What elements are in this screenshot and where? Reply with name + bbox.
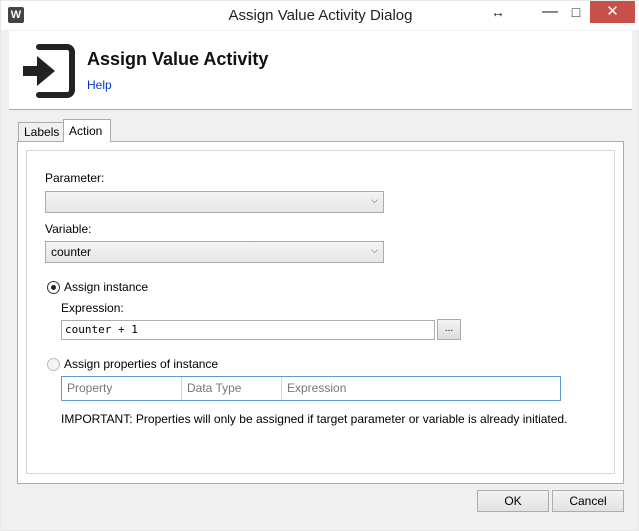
variable-dropdown[interactable]: counter ⌵ (45, 241, 384, 263)
dialog-header: Assign Value Activity Help (9, 31, 632, 110)
variable-label: Variable: (45, 222, 92, 236)
tab-action[interactable]: Action (63, 119, 111, 142)
cancel-button[interactable]: Cancel (552, 490, 624, 512)
minimize-button[interactable]: — (537, 1, 563, 23)
column-property[interactable]: Property (62, 377, 182, 400)
important-note: IMPORTANT: Properties will only be assig… (61, 412, 568, 426)
help-link[interactable]: Help (87, 78, 112, 92)
title-bar[interactable]: W Assign Value Activity Dialog ↔ — □ ✕ (1, 1, 639, 30)
assign-properties-label[interactable]: Assign properties of instance (64, 357, 218, 371)
chevron-down-icon: ⌵ (371, 245, 378, 255)
expression-input[interactable]: counter + 1 (61, 320, 435, 340)
expression-label: Expression: (61, 301, 124, 315)
assign-properties-radio[interactable] (47, 358, 60, 371)
tab-labels[interactable]: Labels (18, 122, 66, 142)
maximize-button[interactable]: □ (563, 1, 589, 23)
variable-value: counter (51, 245, 92, 259)
dialog-window: W Assign Value Activity Dialog ↔ — □ ✕ A… (0, 0, 639, 531)
assign-instance-radio[interactable] (47, 281, 60, 294)
enter-arrow-icon (17, 41, 77, 101)
page-title: Assign Value Activity (87, 49, 269, 69)
close-button[interactable]: ✕ (590, 1, 635, 23)
action-group: Parameter: ⌵ Variable: counter ⌵ Assign … (26, 150, 615, 474)
resize-icon[interactable]: ↔ (485, 1, 511, 23)
column-data-type[interactable]: Data Type (182, 377, 282, 400)
chevron-down-icon: ⌵ (371, 195, 378, 205)
ok-button[interactable]: OK (477, 490, 549, 512)
parameter-label: Parameter: (45, 171, 105, 185)
column-expression[interactable]: Expression (282, 377, 560, 400)
assign-instance-label[interactable]: Assign instance (64, 280, 148, 294)
tab-panel-action: Parameter: ⌵ Variable: counter ⌵ Assign … (17, 141, 624, 484)
parameter-dropdown[interactable]: ⌵ (45, 191, 384, 213)
properties-grid-header: Property Data Type Expression (61, 376, 561, 401)
browse-expression-button[interactable]: ... (437, 319, 461, 340)
